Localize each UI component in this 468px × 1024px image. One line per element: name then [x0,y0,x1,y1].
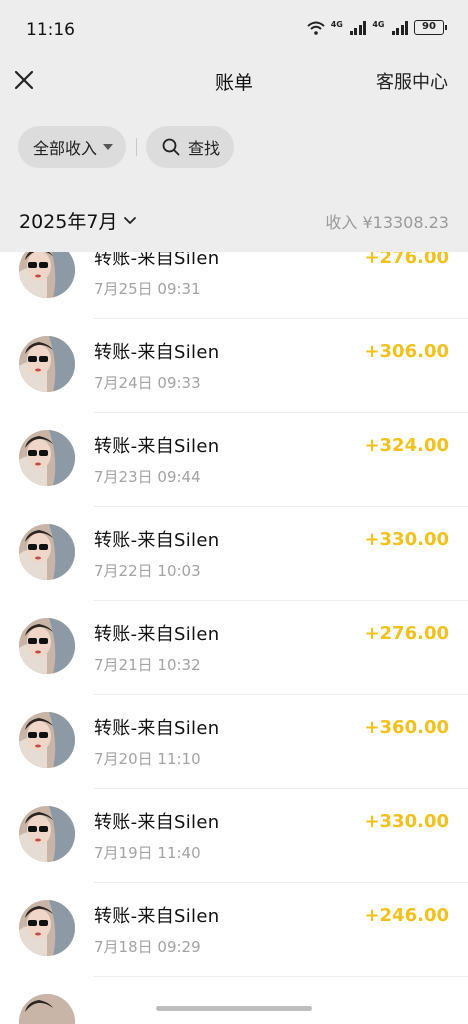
transaction-list[interactable]: 转账-来自Silen 7月25日 09:31 +276.00 转账-来自Sile… [0,252,468,1024]
transaction-amount: +330.00 [364,529,449,550]
transaction-row-partial[interactable] [0,977,468,1024]
transaction-title: 转账-来自Silen [94,812,220,833]
transaction-amount: +330.00 [364,811,449,832]
signal-1-icon [349,20,367,35]
transaction-time: 7月19日 11:40 [94,844,201,862]
transaction-amount: +276.00 [364,623,449,644]
income-summary: 收入 ¥13308.23 [325,213,449,232]
transaction-title: 转账-来自Silen [94,718,220,739]
transaction-amount: +276.00 [364,252,449,268]
transaction-time: 7月25日 09:31 [94,280,201,298]
customer-service-link[interactable]: 客服中心 [376,68,448,94]
close-icon [14,70,34,90]
search-icon [162,138,180,156]
avatar [19,712,75,768]
transaction-row[interactable]: 转账-来自Silen 7月25日 09:31 +276.00 [0,252,468,319]
search-button[interactable]: 查找 [146,126,234,168]
avatar [19,994,75,1024]
month-bar: 2025年7月 收入 ¥13308.23 [0,188,468,252]
transaction-title: 转账-来自Silen [94,624,220,645]
transaction-time: 7月24日 09:33 [94,374,201,392]
top-nav-bar: 账单 客服中心 [0,56,468,108]
filter-bar: 全部收入 查找 [0,108,468,188]
status-time: 11:16 [26,20,75,40]
signal-2-label: 4G [372,20,385,29]
avatar [19,524,75,580]
month-selector[interactable]: 2025年7月 [19,207,137,234]
all-income-label: 全部收入 [33,139,98,158]
signal-1-label: 4G [330,20,343,29]
status-bar: 11:16 4G 4G 90 [0,0,468,56]
transaction-time: 7月18日 09:29 [94,938,201,956]
transaction-row[interactable]: 转账-来自Silen 7月24日 09:33 +306.00 [0,319,468,413]
transaction-amount: +324.00 [364,435,449,456]
transaction-title: 转账-来自Silen [94,436,220,457]
transaction-amount: +306.00 [364,341,449,362]
transaction-row[interactable]: 转账-来自Silen 7月19日 11:40 +330.00 [0,789,468,883]
transaction-row[interactable]: 转账-来自Silen 7月23日 09:44 +324.00 [0,413,468,507]
avatar [19,430,75,486]
search-label: 查找 [188,139,221,158]
month-label: 2025年7月 [19,211,118,233]
transaction-amount: +360.00 [364,717,449,738]
signal-2-icon [391,20,408,35]
caret-down-icon [103,144,114,150]
transaction-time: 7月23日 09:44 [94,468,201,486]
transaction-row[interactable]: 转账-来自Silen 7月18日 09:29 +246.00 [0,883,468,977]
home-indicator[interactable] [156,1006,312,1011]
status-icons: 4G 4G 90 [307,20,447,35]
transaction-title: 转账-来自Silen [94,252,220,269]
transaction-time: 7月21日 10:32 [94,656,201,674]
transaction-row[interactable]: 转账-来自Silen 7月22日 10:03 +330.00 [0,507,468,601]
all-income-dropdown[interactable]: 全部收入 [18,126,126,168]
battery-icon: 90 [414,20,447,35]
transaction-amount: +246.00 [364,905,449,926]
close-button[interactable] [12,68,36,92]
chevron-down-icon [124,216,137,224]
transaction-time: 7月22日 10:03 [94,562,201,580]
transaction-title: 转账-来自Silen [94,530,220,551]
avatar [19,252,75,298]
filter-divider [136,138,137,156]
avatar [19,900,75,956]
transaction-row[interactable]: 转账-来自Silen 7月20日 11:10 +360.00 [0,695,468,789]
avatar [19,806,75,862]
avatar [19,336,75,392]
transaction-row[interactable]: 转账-来自Silen 7月21日 10:32 +276.00 [0,601,468,695]
transaction-title: 转账-来自Silen [94,342,220,363]
transaction-title: 转账-来自Silen [94,906,220,927]
wifi-icon [307,21,325,35]
transaction-time: 7月20日 11:10 [94,750,201,768]
avatar [19,618,75,674]
